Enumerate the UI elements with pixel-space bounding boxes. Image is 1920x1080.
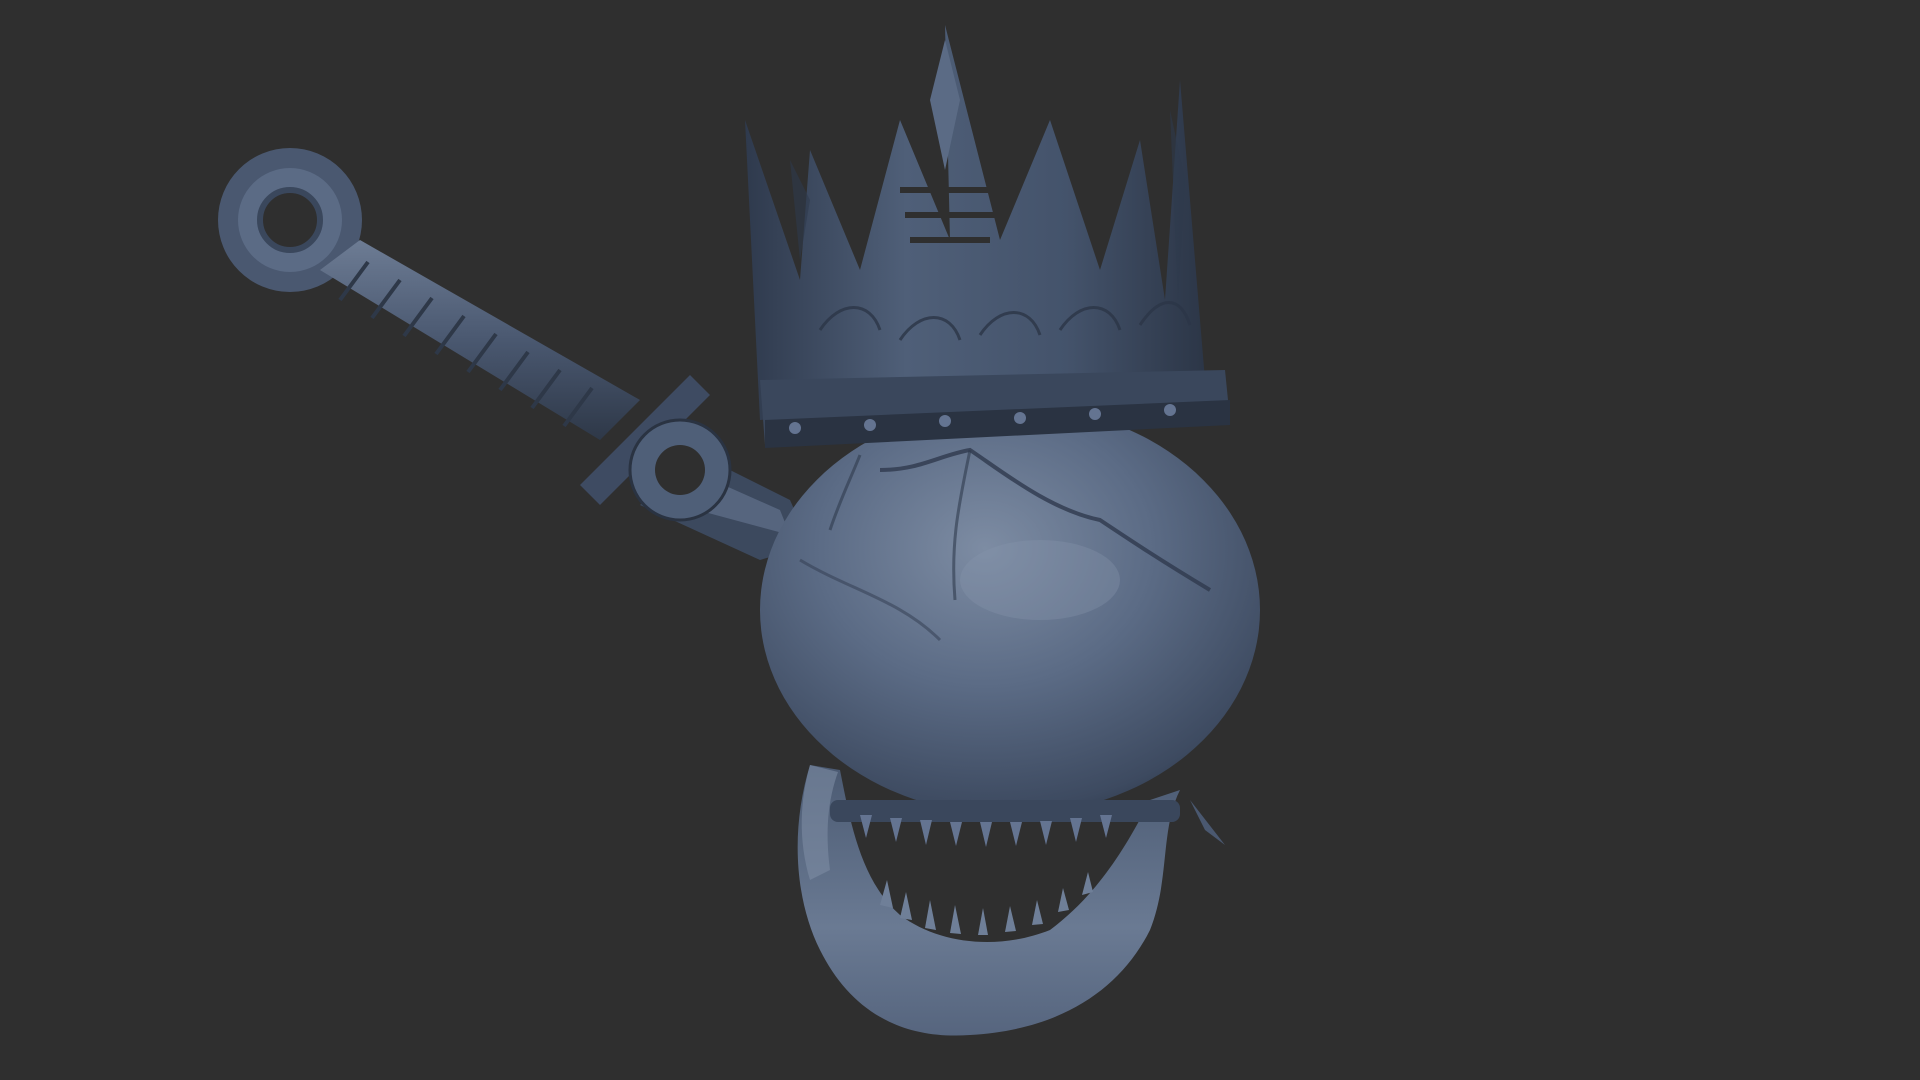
crown [745, 25, 1230, 448]
dagger [218, 148, 732, 522]
sculpt-render[interactable] [0, 0, 1920, 1080]
3d-viewport[interactable] [0, 0, 1920, 1080]
